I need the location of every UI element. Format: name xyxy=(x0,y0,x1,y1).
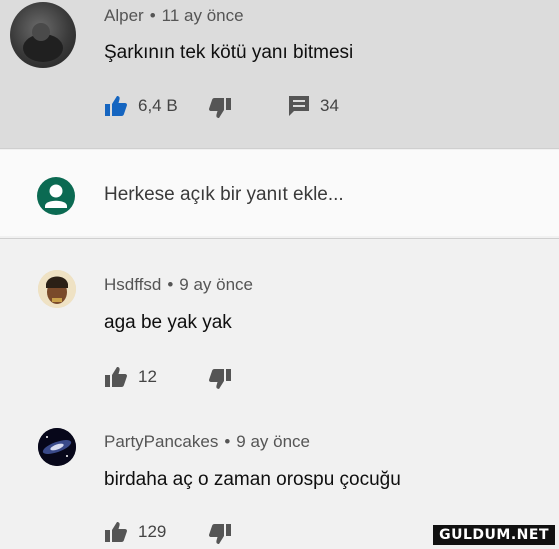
like-count: 12 xyxy=(138,367,157,386)
dislike-button[interactable] xyxy=(208,97,232,119)
reply-input[interactable]: Herkese açık bir yanıt ekle... xyxy=(104,184,344,206)
comment-meta: Hsdffsd • 9 ay önce xyxy=(104,275,253,295)
avatar-photo xyxy=(23,23,63,62)
comment-text: Şarkının tek kötü yanı bitmesi xyxy=(104,42,354,63)
comment-text: aga be yak yak xyxy=(104,312,232,333)
avatar[interactable] xyxy=(38,428,76,466)
comment-author[interactable]: Alper xyxy=(104,6,144,25)
thumbs-up-icon xyxy=(104,521,128,543)
like-button[interactable]: 6,4 B xyxy=(104,95,178,117)
divider xyxy=(0,148,559,149)
like-button[interactable]: 129 xyxy=(104,521,166,543)
comment-meta: Alper • 11 ay önce xyxy=(104,6,244,26)
comment-author[interactable]: Hsdffsd xyxy=(104,275,161,294)
meta-separator: • xyxy=(224,432,231,451)
thumbs-down-icon xyxy=(208,523,232,545)
dislike-button[interactable] xyxy=(208,523,232,545)
avatar-photo xyxy=(38,270,76,308)
meta-separator: • xyxy=(167,275,174,294)
comment-author[interactable]: PartyPancakes xyxy=(104,432,218,451)
comment-text: birdaha aç o zaman orospu çocuğu xyxy=(104,469,401,490)
divider xyxy=(0,238,559,239)
reply-input-row: Herkese açık bir yanıt ekle... xyxy=(0,150,559,236)
dislike-button[interactable] xyxy=(208,368,232,390)
avatar-photo xyxy=(38,428,76,466)
thumbs-up-icon xyxy=(104,95,128,117)
thumbs-down-icon xyxy=(208,97,232,119)
thumbs-down-icon xyxy=(208,368,232,390)
like-button[interactable]: 12 xyxy=(104,366,157,388)
comment-icon xyxy=(288,95,310,117)
avatar[interactable] xyxy=(10,2,76,68)
thumbs-up-icon xyxy=(104,366,128,388)
comment-age[interactable]: 9 ay önce xyxy=(236,432,310,451)
comment-age[interactable]: 9 ay önce xyxy=(179,275,253,294)
meta-separator: • xyxy=(149,6,156,25)
like-count: 129 xyxy=(138,522,167,541)
person-icon xyxy=(45,184,67,208)
comment-age[interactable]: 11 ay önce xyxy=(162,6,244,25)
user-avatar xyxy=(37,177,75,215)
watermark-logo: GULDUM.NET xyxy=(433,525,555,545)
highlighted-comment: Alper • 11 ay önce Şarkının tek kötü yanı … xyxy=(0,0,559,148)
like-count: 6,4 B xyxy=(138,96,178,115)
replies-button[interactable]: 34 xyxy=(288,95,339,117)
avatar[interactable] xyxy=(38,270,76,308)
comment-meta: PartyPancakes • 9 ay önce xyxy=(104,432,310,452)
reply-count: 34 xyxy=(320,96,339,115)
